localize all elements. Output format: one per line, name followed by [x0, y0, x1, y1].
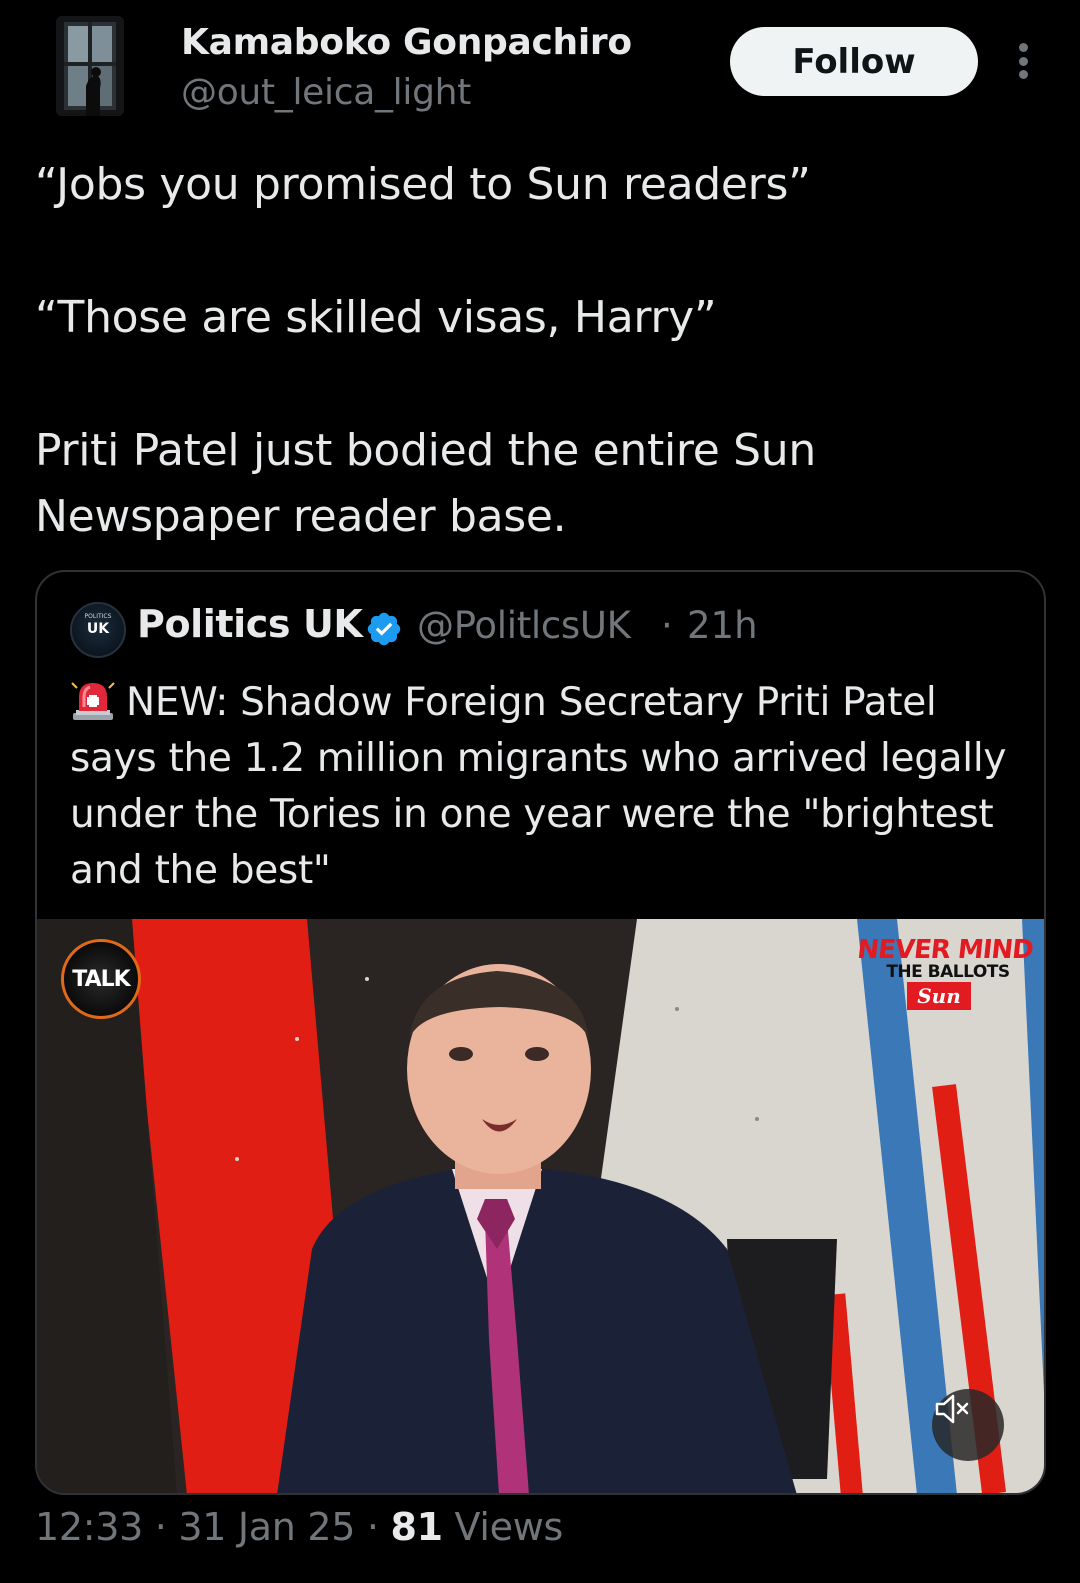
meta-separator: ·: [154, 1505, 167, 1549]
author-handle[interactable]: @out_leica_light: [181, 72, 471, 113]
author-avatar[interactable]: [56, 16, 124, 116]
verified-badge-icon: [367, 612, 401, 646]
sun-logo: Sun: [907, 982, 971, 1010]
tweet-text-line: Newspaper reader base.: [35, 491, 567, 542]
more-icon[interactable]: [1006, 38, 1040, 84]
quoted-author-handle[interactable]: @PolitlcsUK: [417, 604, 631, 647]
tweet-time[interactable]: 12:33: [35, 1505, 143, 1549]
talk-logo-text: TALK: [72, 966, 130, 992]
quoted-author-avatar[interactable]: POLITICS UK: [70, 602, 126, 658]
tweet-date[interactable]: 31 Jan 25: [178, 1505, 355, 1549]
views-count[interactable]: 81: [390, 1505, 443, 1549]
show-banner-title: NEVER MIND: [855, 935, 1035, 965]
tweet-text-line: “Those are skilled visas, Harry”: [35, 292, 717, 343]
tweet-text-line: Priti Patel just bodied the entire Sun: [35, 425, 816, 476]
quoted-separator: ·: [661, 604, 673, 647]
siren-icon: [71, 682, 115, 720]
video-frame: [37, 919, 1044, 1493]
tweet-text-line: “Jobs you promised to Sun readers”: [35, 159, 811, 210]
quoted-tweet-text: NEW: Shadow Foreign Secretary Priti Pate…: [70, 675, 1020, 899]
quoted-avatar-label: UK: [86, 621, 110, 637]
follow-button[interactable]: Follow: [730, 27, 978, 96]
quoted-author-name[interactable]: Politics UK: [137, 602, 363, 646]
author-name[interactable]: Kamaboko Gonpachiro: [181, 22, 632, 63]
quoted-timestamp[interactable]: 21h: [687, 604, 758, 647]
show-banner-subtitle: THE BALLOTS: [886, 962, 1010, 982]
views-label[interactable]: Views: [455, 1505, 564, 1549]
mute-icon[interactable]: [932, 1389, 1004, 1461]
quoted-video[interactable]: TALK NEVER MIND THE BALLOTS Sun: [37, 919, 1044, 1493]
tweet-metadata: 12:33 · 31 Jan 25 · 81 Views: [35, 1505, 563, 1549]
tweet-header: Kamaboko Gonpachiro @out_leica_light Fol…: [0, 0, 1080, 130]
quoted-tweet-body: NEW: Shadow Foreign Secretary Priti Pate…: [70, 680, 1007, 893]
talk-channel-logo: TALK: [61, 939, 141, 1019]
quoted-tweet-card[interactable]: POLITICS UK Politics UK @PolitlcsUK · 21…: [35, 570, 1046, 1495]
tweet-page: Kamaboko Gonpachiro @out_leica_light Fol…: [0, 0, 1080, 1583]
quoted-avatar-caption: POLITICS: [84, 613, 112, 620]
meta-separator: ·: [366, 1505, 379, 1549]
